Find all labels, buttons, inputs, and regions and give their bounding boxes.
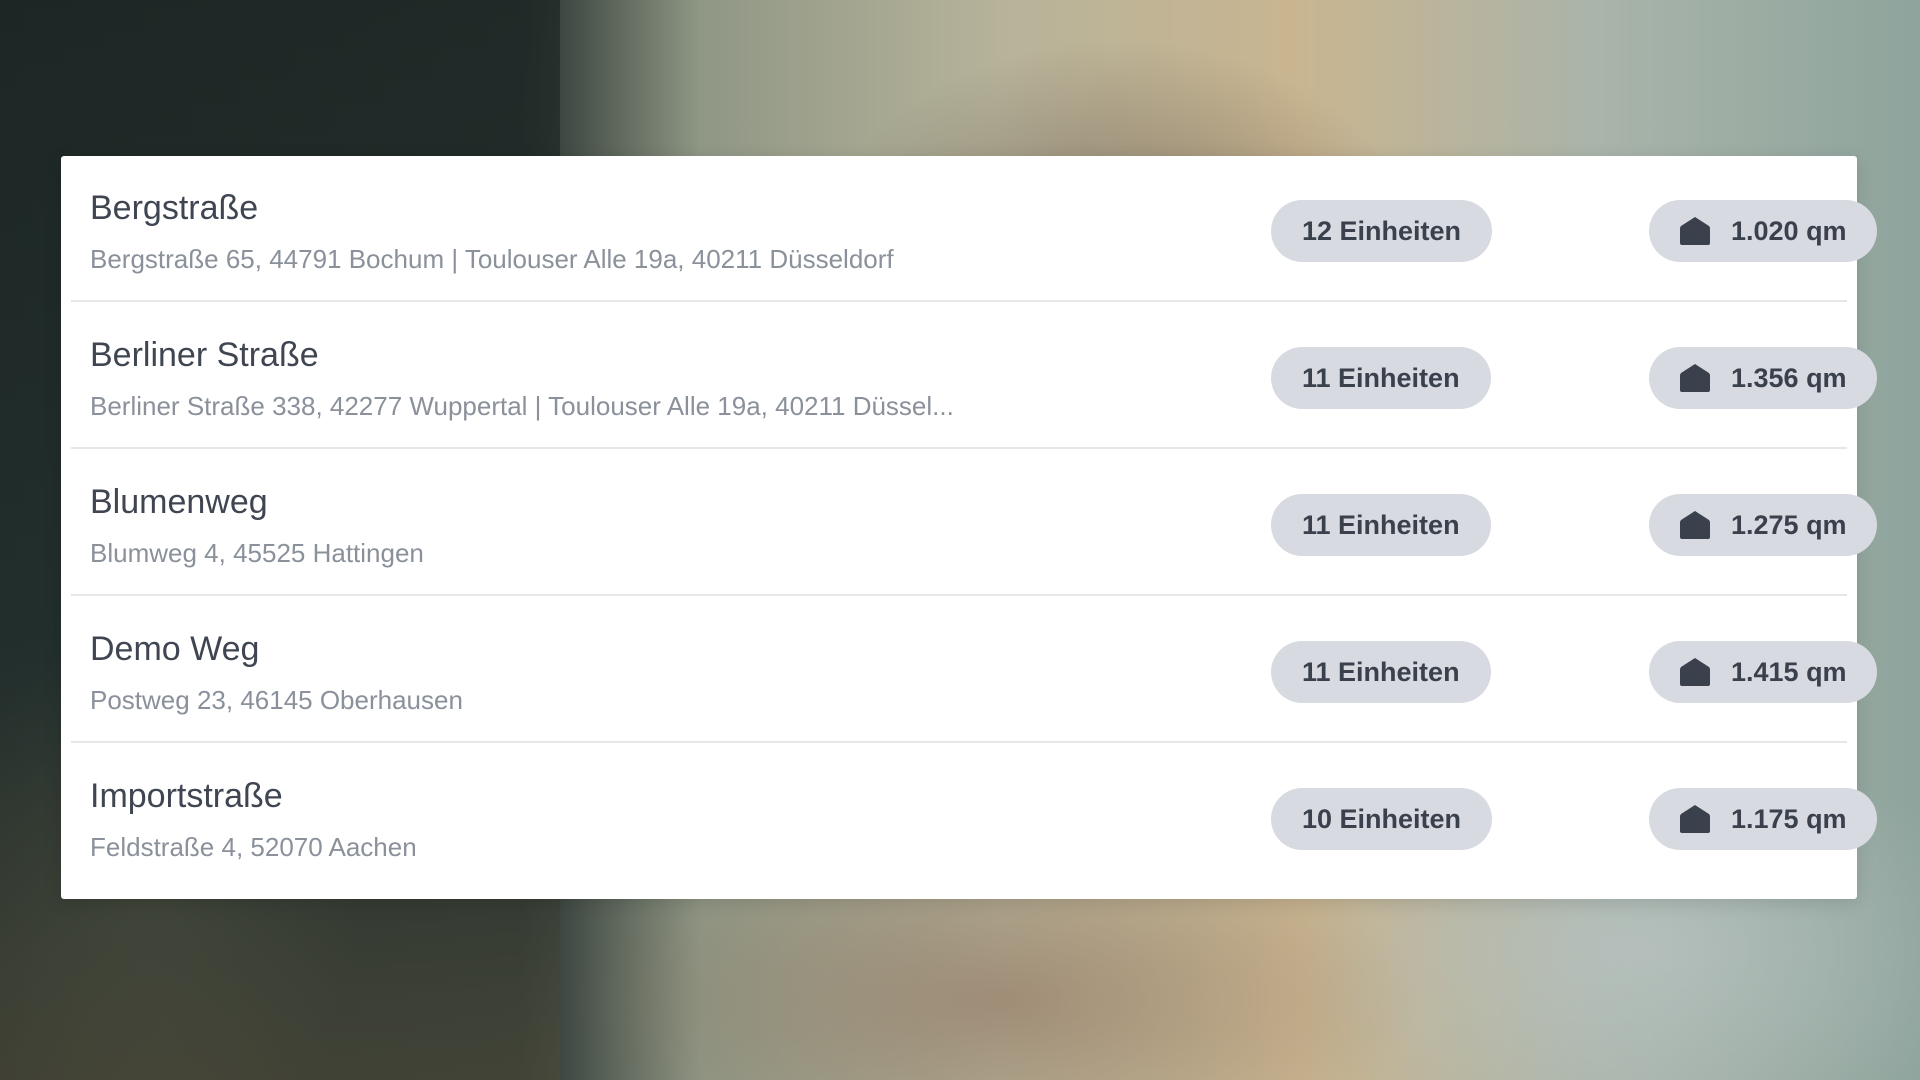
property-name: Bergstraße xyxy=(90,189,259,227)
units-badge: 10 Einheiten xyxy=(1271,788,1493,850)
property-row-berliner-strasse[interactable]: Berliner Straße Berliner Straße 338, 422… xyxy=(71,303,1877,449)
property-row-importstrasse[interactable]: Importstraße Feldstraße 4, 52070 Aachen … xyxy=(71,744,1877,890)
property-address: Blumweg 4, 45525 Hattingen xyxy=(90,538,424,568)
property-name: Demo Weg xyxy=(90,630,260,668)
area-badge: 1.175 qm xyxy=(1649,788,1877,850)
area-badge: 1.415 qm xyxy=(1649,641,1877,703)
property-address: Bergstraße 65, 44791 Bochum | Toulouser … xyxy=(90,244,894,274)
home-icon xyxy=(1679,657,1711,687)
area-badge: 1.356 qm xyxy=(1649,347,1877,409)
property-name: Blumenweg xyxy=(90,483,268,521)
home-icon xyxy=(1679,363,1711,393)
area-value: 1.415 qm xyxy=(1731,657,1847,687)
property-row-bergstrasse[interactable]: Bergstraße Bergstraße 65, 44791 Bochum |… xyxy=(71,156,1877,302)
home-icon xyxy=(1679,216,1711,246)
area-badge: 1.275 qm xyxy=(1649,494,1877,556)
property-name: Importstraße xyxy=(90,777,283,815)
units-badge: 11 Einheiten xyxy=(1271,494,1491,556)
property-address: Feldstraße 4, 52070 Aachen xyxy=(90,832,417,862)
property-list: Bergstraße Bergstraße 65, 44791 Bochum |… xyxy=(61,156,1877,899)
property-row-demo-weg[interactable]: Demo Weg Postweg 23, 46145 Oberhausen 11… xyxy=(71,597,1877,743)
area-value: 1.275 qm xyxy=(1731,510,1847,540)
property-row-blumenweg[interactable]: Blumenweg Blumweg 4, 45525 Hattingen 11 … xyxy=(71,450,1877,596)
units-badge: 11 Einheiten xyxy=(1271,641,1491,703)
home-icon xyxy=(1679,510,1711,540)
units-badge: 12 Einheiten xyxy=(1271,200,1493,262)
area-value: 1.175 qm xyxy=(1731,804,1847,834)
home-icon xyxy=(1679,804,1711,834)
area-value: 1.020 qm xyxy=(1731,216,1847,246)
property-address: Berliner Straße 338, 42277 Wuppertal | T… xyxy=(90,391,954,421)
property-address: Postweg 23, 46145 Oberhausen xyxy=(90,685,463,715)
area-badge: 1.020 qm xyxy=(1649,200,1877,262)
area-value: 1.356 qm xyxy=(1731,363,1847,393)
units-badge: 11 Einheiten xyxy=(1271,347,1491,409)
property-name: Berliner Straße xyxy=(90,336,319,374)
